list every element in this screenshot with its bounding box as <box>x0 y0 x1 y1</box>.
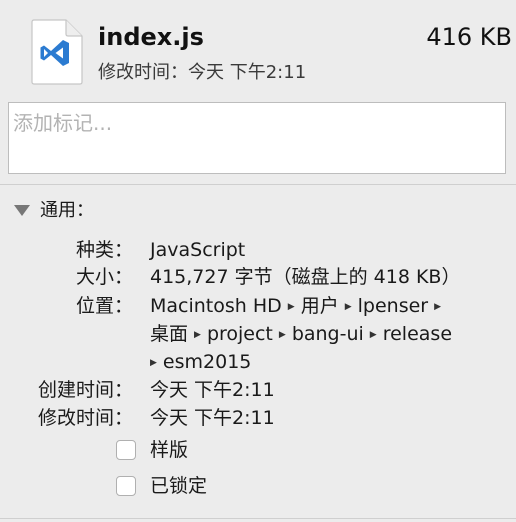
modified-label: 修改时间： <box>37 407 133 429</box>
path-arrow-icon: ▶ <box>369 330 377 340</box>
header-modified-date: 修改时间：今天 下午2:11 <box>98 61 306 85</box>
vscode-file-icon <box>31 19 83 85</box>
disclosure-triangle-icon[interactable] <box>14 204 30 216</box>
path-segment: project <box>206 323 273 345</box>
stationery-label: 样版 <box>150 439 189 461</box>
path-segment: release <box>382 323 453 345</box>
kind-label: 种类： <box>75 239 133 261</box>
bottom-divider <box>0 518 516 519</box>
header-modified-value: 今天 下午2:11 <box>188 62 307 83</box>
path-segment: Macintosh HD <box>150 295 282 317</box>
path-segment: 用户 <box>300 295 339 317</box>
locked-checkbox-row[interactable]: 已锁定 <box>116 472 207 500</box>
tags-field[interactable] <box>8 102 506 174</box>
file-header: index.js 416 KB 修改时间：今天 下午2:11 <box>0 0 516 96</box>
section-divider <box>0 184 516 185</box>
path-segment: 桌面 <box>150 323 189 345</box>
size-label: 大小： <box>75 266 133 288</box>
file-name: index.js <box>98 23 204 51</box>
path-arrow-icon: ▶ <box>434 302 442 312</box>
locked-checkbox[interactable] <box>116 476 136 496</box>
path-segment: lpenser <box>357 295 429 317</box>
tags-input[interactable] <box>13 109 493 137</box>
locked-label: 已锁定 <box>150 475 208 497</box>
path-segment: esm2015 <box>162 351 252 373</box>
size-value: 415,727 字节（磁盘上的 418 KB） <box>150 266 461 288</box>
header-modified-label: 修改时间： <box>98 62 188 83</box>
path-arrow-icon: ▶ <box>278 330 286 340</box>
kind-value: JavaScript <box>150 239 246 261</box>
path-arrow-icon: ▶ <box>194 330 201 340</box>
general-section-title: 通用： <box>40 200 94 221</box>
path-arrow-icon: ▶ <box>150 358 157 368</box>
created-value: 今天 下午2:11 <box>150 379 275 401</box>
path-segment: bang-ui <box>291 323 364 345</box>
general-section-toggle[interactable]: 通用： <box>14 196 94 222</box>
path-arrow-icon: ▶ <box>344 302 352 312</box>
location-path-line-1: Macintosh HD ▶ 用户 ▶ lpenser ▶ <box>150 292 447 321</box>
path-arrow-icon: ▶ <box>287 302 295 312</box>
stationery-checkbox-row[interactable]: 样版 <box>116 436 188 464</box>
modified-value: 今天 下午2:11 <box>150 407 275 429</box>
location-path-line-2: 桌面 ▶ project ▶ bang-ui ▶ release <box>150 320 452 349</box>
created-label: 创建时间： <box>37 379 133 401</box>
location-label: 位置： <box>75 295 133 317</box>
location-path-line-3: ▶ esm2015 <box>150 348 251 377</box>
stationery-checkbox[interactable] <box>116 440 136 460</box>
file-size: 416 KB <box>426 23 512 51</box>
